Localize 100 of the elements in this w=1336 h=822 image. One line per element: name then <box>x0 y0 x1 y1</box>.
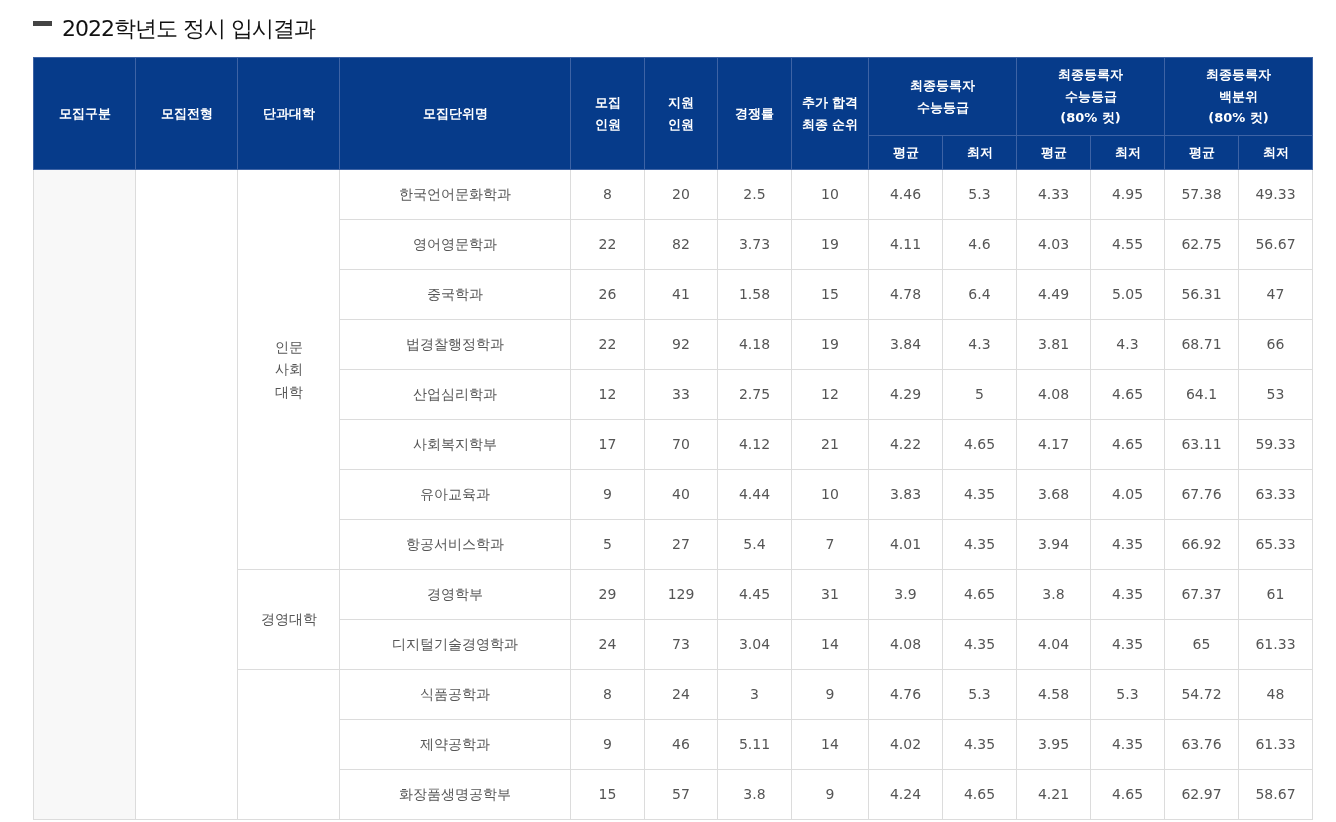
table-cell: 19 <box>791 319 869 370</box>
table-cell: 4.22 <box>868 419 943 470</box>
table-cell: 유아교육과 <box>339 469 571 520</box>
table-cell: 54.72 <box>1164 669 1239 720</box>
table-cell: 4.35 <box>942 619 1017 670</box>
table-cell: 17 <box>570 419 645 470</box>
table-cell: 영어영문학과 <box>339 219 571 270</box>
table-cell: 3.73 <box>717 219 792 270</box>
table-cell: 6.4 <box>942 269 1017 320</box>
table-cell: 4.45 <box>717 569 792 620</box>
table-cell: 67.76 <box>1164 469 1239 520</box>
table-cell: 5.3 <box>942 169 1017 220</box>
table-cell: 66.92 <box>1164 519 1239 570</box>
table-cell: 73 <box>644 619 718 670</box>
table-cell: 9 <box>791 769 869 820</box>
table-cell: 5 <box>570 519 645 570</box>
table-cell: 3.04 <box>717 619 792 670</box>
table-cell: 33 <box>644 369 718 420</box>
table-cell: 58.67 <box>1238 769 1313 820</box>
column-header: 모집 인원 <box>570 57 645 170</box>
table-cell: 4.18 <box>717 319 792 370</box>
table-cell: 65 <box>1164 619 1239 670</box>
table-cell: 5.3 <box>1090 669 1165 720</box>
table-cell: 26 <box>570 269 645 320</box>
table-cell: 56.31 <box>1164 269 1239 320</box>
table-cell: 식품공학과 <box>339 669 571 720</box>
table-cell: 4.78 <box>868 269 943 320</box>
table-cell: 1.58 <box>717 269 792 320</box>
column-header: 모집전형 <box>135 57 238 170</box>
table-cell: 59.33 <box>1238 419 1313 470</box>
column-header: 모집단위명 <box>339 57 571 170</box>
table-cell: 14 <box>791 619 869 670</box>
table-cell: 4.76 <box>868 669 943 720</box>
table-cell: 62.75 <box>1164 219 1239 270</box>
table-cell: 12 <box>791 369 869 420</box>
title-marker <box>33 21 52 26</box>
table-cell: 중국학과 <box>339 269 571 320</box>
table-cell: 22 <box>570 319 645 370</box>
table-cell: 화장품생명공학부 <box>339 769 571 820</box>
table-cell: 57 <box>644 769 718 820</box>
table-cell: 21 <box>791 419 869 470</box>
table-cell: 20 <box>644 169 718 220</box>
table-cell: 24 <box>644 669 718 720</box>
table-cell: 27 <box>644 519 718 570</box>
column-header: 최저 <box>942 135 1017 170</box>
column-header: 최종등록자 백분위 (80% 컷) <box>1164 57 1313 136</box>
table-cell: 3.8 <box>717 769 792 820</box>
table-cell: 4.35 <box>1090 619 1165 670</box>
table-cell: 3.8 <box>1016 569 1091 620</box>
table-cell: 61 <box>1238 569 1313 620</box>
table-cell: 4.04 <box>1016 619 1091 670</box>
table-cell: 4.44 <box>717 469 792 520</box>
table-cell: 4.33 <box>1016 169 1091 220</box>
table-cell: 4.65 <box>1090 369 1165 420</box>
table-cell: 4.35 <box>942 719 1017 770</box>
column-header: 최종등록자 수능등급 (80% 컷) <box>1016 57 1165 136</box>
table-cell: 9 <box>570 719 645 770</box>
table-cell: 4.46 <box>868 169 943 220</box>
table-cell: 40 <box>644 469 718 520</box>
table-cell: 4.65 <box>942 569 1017 620</box>
table-cell: 한국언어문화학과 <box>339 169 571 220</box>
table-cell: 3.84 <box>868 319 943 370</box>
table-cell: 4.65 <box>1090 769 1165 820</box>
table-cell: 3.94 <box>1016 519 1091 570</box>
table-cell: 63.11 <box>1164 419 1239 470</box>
table-cell: 4.24 <box>868 769 943 820</box>
table-cell: 4.95 <box>1090 169 1165 220</box>
table-cell: 4.02 <box>868 719 943 770</box>
table-cell: 4.55 <box>1090 219 1165 270</box>
table-cell: 82 <box>644 219 718 270</box>
column-header: 최종등록자 수능등급 <box>868 57 1017 136</box>
column-header: 단과대학 <box>237 57 340 170</box>
table-cell: 5.11 <box>717 719 792 770</box>
table-cell: 4.05 <box>1090 469 1165 520</box>
table-cell: 70 <box>644 419 718 470</box>
table-cell: 12 <box>570 369 645 420</box>
page-title: 2022학년도 정시 입시결과 <box>62 14 315 43</box>
table-cell: 5.3 <box>942 669 1017 720</box>
table-cell: 4.3 <box>942 319 1017 370</box>
table-cell: 9 <box>570 469 645 520</box>
table-cell: 8 <box>570 169 645 220</box>
table-cell: 사회복지학부 <box>339 419 571 470</box>
column-header: 평균 <box>1164 135 1239 170</box>
table-cell: 디지털기술경영학과 <box>339 619 571 670</box>
table-cell: 63.33 <box>1238 469 1313 520</box>
table-cell: 4.35 <box>1090 719 1165 770</box>
table-cell: 15 <box>791 269 869 320</box>
table-cell: 15 <box>570 769 645 820</box>
column-header: 평균 <box>868 135 943 170</box>
table-cell: 4.35 <box>1090 569 1165 620</box>
table-cell: 5.4 <box>717 519 792 570</box>
table-cell: 법경찰행정학과 <box>339 319 571 370</box>
table-cell: 4.11 <box>868 219 943 270</box>
table-cell: 4.35 <box>1090 519 1165 570</box>
table-cell: 4.08 <box>868 619 943 670</box>
table-cell: 4.03 <box>1016 219 1091 270</box>
table-cell: 9 <box>791 669 869 720</box>
table-cell: 4.35 <box>942 469 1017 520</box>
table-cell: 3.83 <box>868 469 943 520</box>
table-cell: 5 <box>942 369 1017 420</box>
